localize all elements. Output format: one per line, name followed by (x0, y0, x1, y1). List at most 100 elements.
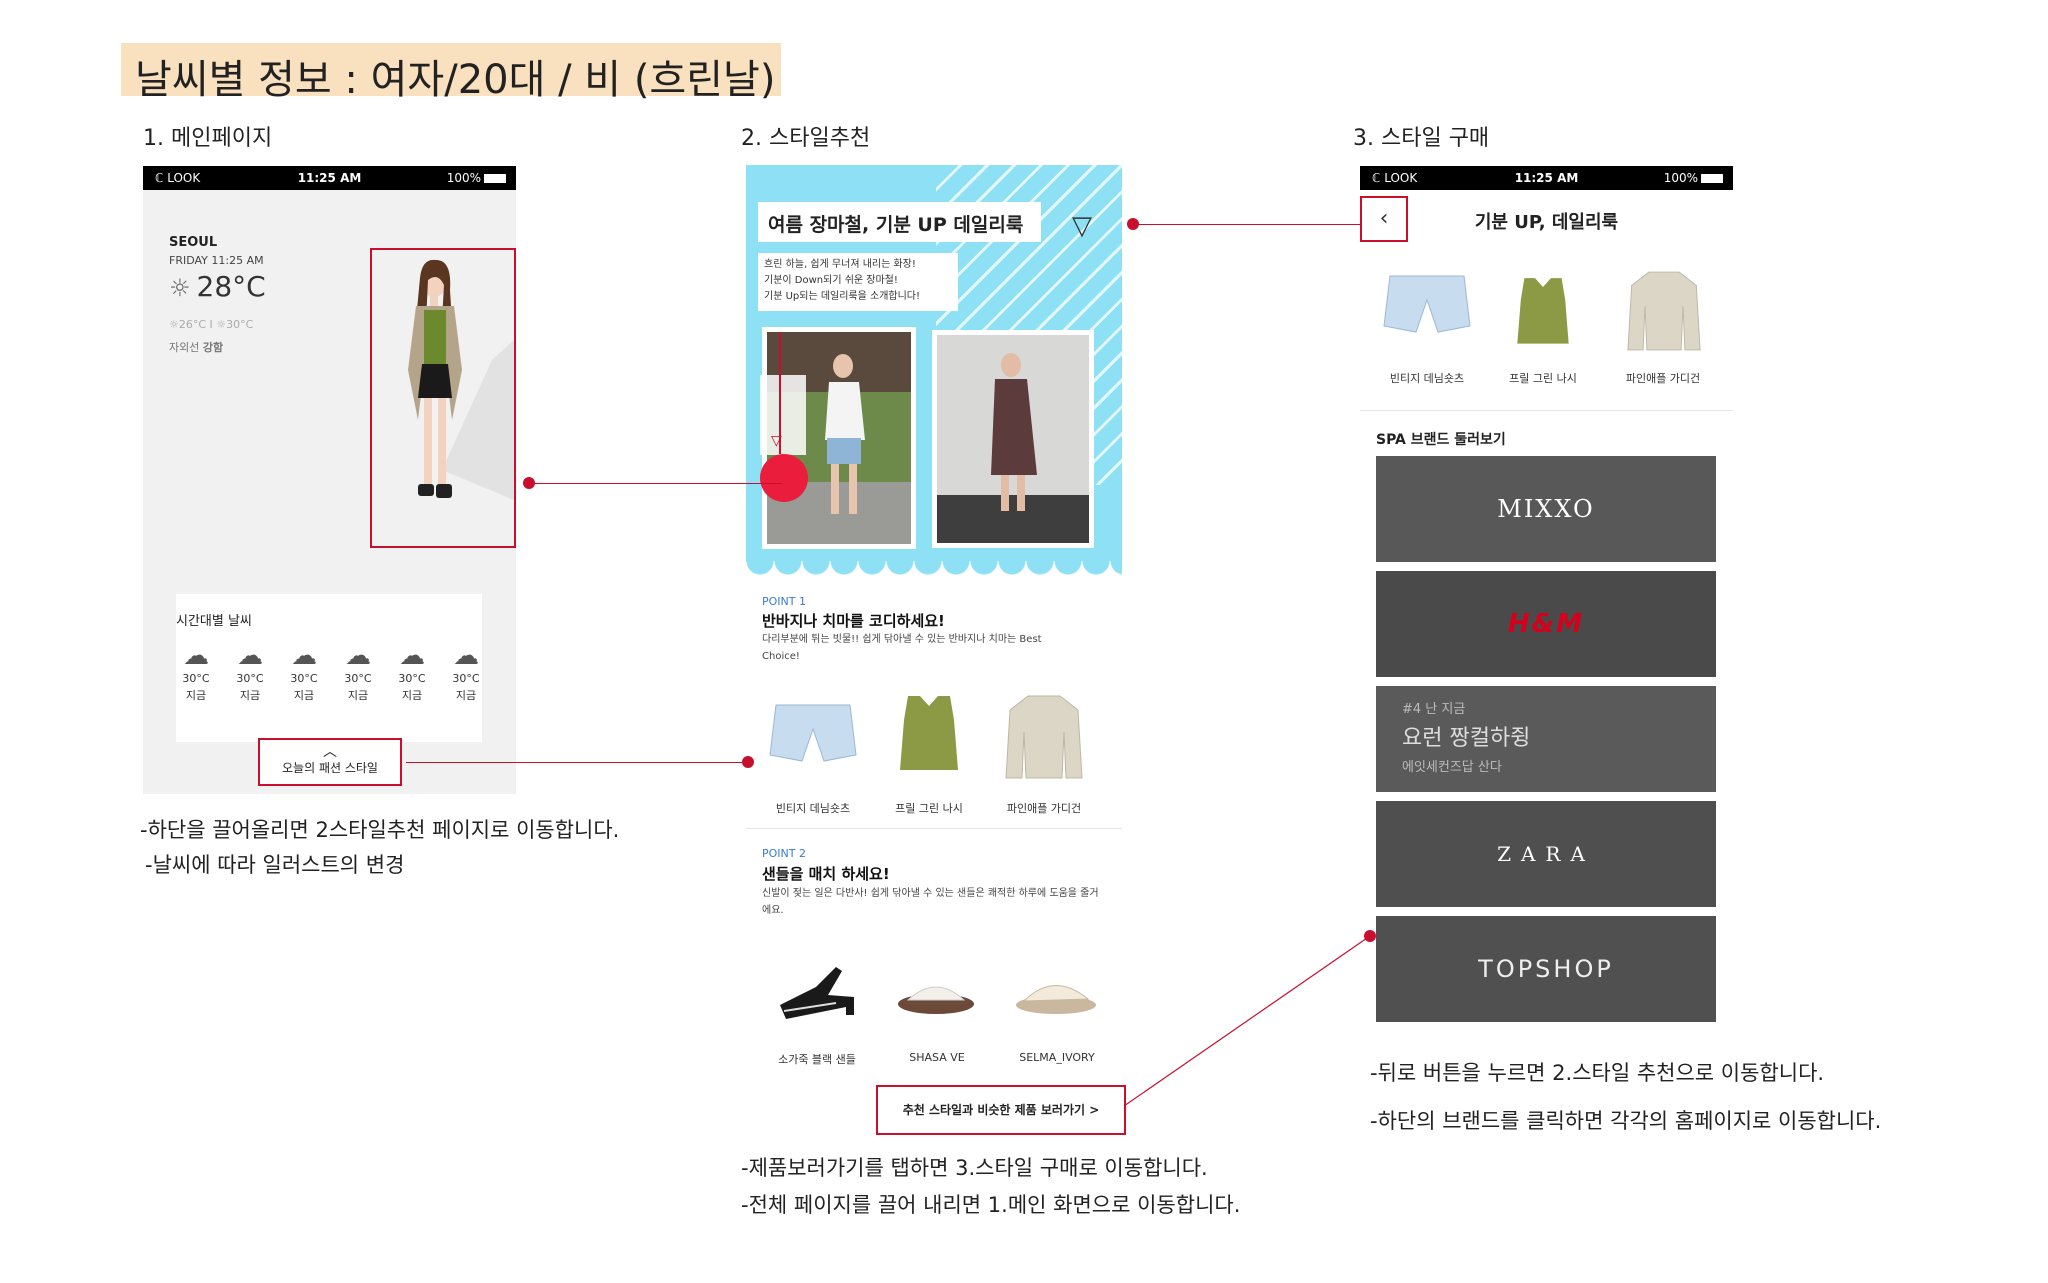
section-divider (1360, 410, 1733, 411)
hour-time: 지금 (347, 689, 369, 702)
note-pull-down: -전체 페이지를 끌어 내리면 1.메인 화면으로 이동합니다. (741, 1193, 1241, 1217)
product-label: 빈티지 데님숏츠 (775, 802, 851, 815)
hour-forecast: ☁ 30°C 지금 (172, 642, 220, 704)
sun-icon: ☼ (169, 274, 191, 302)
uv-value: 강함 (202, 341, 224, 354)
connector-dot (742, 756, 754, 768)
hour-time: 지금 (239, 689, 261, 702)
cloud-icon: ☁ (399, 641, 425, 671)
battery-percent: 100% (446, 171, 481, 185)
hour-temp: 30°C (398, 672, 426, 685)
green-top-image[interactable] (894, 692, 964, 772)
hour-temp: 30°C (452, 672, 480, 685)
section-divider (746, 828, 1122, 829)
brand-banner-hm[interactable]: H&M (1376, 571, 1716, 677)
point-2-label: POINT 2 (762, 847, 806, 860)
fashion-illustration[interactable] (370, 248, 516, 548)
cloud-icon: ☁ (345, 641, 371, 671)
hour-forecast: ☁ 30°C 지금 (388, 642, 436, 704)
temperature-range: ☼26°C I ☼30°C (169, 318, 254, 331)
battery-indicator: 100% (447, 171, 506, 185)
hour-forecast: ☁ 30°C 지금 (334, 642, 382, 704)
today-fashion-button[interactable]: ︿ 오늘의 패션 스타일 (258, 738, 402, 786)
temperature-value: 28°C (196, 270, 266, 303)
today-fashion-label: 오늘의 패션 스타일 (282, 761, 378, 775)
connector-line (1133, 224, 1360, 225)
hour-forecast: ☁ 30°C 지금 (280, 642, 328, 704)
style-photo-2[interactable] (932, 330, 1094, 548)
cardigan-image[interactable] (1626, 266, 1702, 356)
product-label: 파인애플 가디건 (1006, 802, 1082, 815)
hour-time: 지금 (455, 689, 477, 702)
uv-index: 자외선 강함 (169, 339, 223, 355)
black-sandal-image[interactable] (776, 957, 860, 1027)
product-label: 소가죽 블랙 샌들 (778, 1053, 856, 1066)
white-sandal-image[interactable] (896, 970, 976, 1020)
note-swipe-up: -하단을 끌어올리면 2스타일추천 페이지로 이동합니다. (140, 818, 620, 842)
denim-shorts-image[interactable] (768, 699, 858, 769)
brand-banner-topshop[interactable]: TOPSHOP (1376, 916, 1716, 1022)
cloud-icon: ☁ (237, 641, 263, 671)
page-title: 날씨별 정보 : 여자/20대 / 비 (흐린날) (121, 43, 781, 103)
style-title: 여름 장마철, 기분 UP 데일리룩 (758, 202, 1041, 242)
style-description: 흐린 하늘, 쉽게 무너져 내리는 화장! 기분이 Down되기 쉬운 장마철!… (758, 253, 958, 311)
purchase-title: 기분 UP, 데일리룩 (1474, 212, 1619, 233)
product-label: SELMA_IVORY (1019, 1051, 1095, 1064)
product-label: 프릴 그린 나시 (1509, 372, 1577, 385)
cardigan-image[interactable] (1004, 692, 1084, 782)
hourly-weather-card: 시간대별 날씨 ☁ 30°C 지금 ☁ 30°C 지금 ☁ 30°C 지금 ☁ 30°C 지금 … (176, 594, 482, 742)
note-back-button: -뒤로 버튼을 누르면 2.스타일 추천으로 이동합니다. (1370, 1061, 1825, 1085)
drag-indicator (760, 375, 806, 455)
hour-time: 지금 (293, 689, 315, 702)
woman-illustration (408, 259, 514, 500)
hero-scallop-edge (746, 561, 1122, 589)
battery-percent: 100% (1663, 171, 1698, 185)
brand-banner-zara[interactable]: ZARA (1376, 801, 1716, 907)
point-1-label: POINT 1 (762, 595, 806, 608)
filter-icon[interactable]: ▽ (1072, 211, 1092, 241)
battery-icon (1701, 174, 1723, 183)
product-label: 프릴 그린 나시 (895, 802, 963, 815)
hour-temp: 30°C (290, 672, 318, 685)
cloud-icon: ☁ (453, 641, 479, 671)
drag-handle[interactable] (760, 454, 808, 502)
connector-line (406, 762, 748, 763)
uv-label: 자외선 (169, 341, 200, 354)
zara-logo: ZARA (1497, 842, 1595, 866)
hour-forecast: ☁ 30°C 지금 (226, 642, 274, 704)
battery-icon (484, 174, 506, 183)
hour-forecast: ☁ 30°C 지금 (442, 642, 490, 704)
product-label: 빈티지 데님숏츠 (1389, 372, 1465, 385)
point-2-desc: 신발이 젖는 일은 다반사! 쉽게 닦아낼 수 있는 샌들은 쾌적한 하루에 도… (762, 888, 1099, 916)
point-1-desc: 다리부분에 튀는 빗물!! 쉽게 닦아낼 수 있는 반바지나 치마는 Best … (762, 634, 1042, 662)
cloud-icon: ☁ (291, 641, 317, 671)
product-label: 파인애플 가디건 (1625, 372, 1701, 385)
mixxo-logo: MIXXO (1497, 495, 1595, 523)
style-recommend-phone: 여름 장마철, 기분 UP 데일리룩 ▽ 흐린 하늘, 쉽게 무너져 내리는 화… (746, 165, 1122, 1132)
cloud-icon: ☁ (183, 641, 209, 671)
hour-time: 지금 (401, 689, 423, 702)
brand-banner-8seconds[interactable]: #4 난 지금 요런 짱컬하쥥 에잇세컨즈답 산다 (1376, 686, 1716, 792)
city-name: SEOUL (169, 235, 218, 250)
denim-shorts-image[interactable] (1382, 270, 1472, 340)
date-time: FRIDAY 11:25 AM (169, 254, 264, 267)
banner-caption: #4 난 지금 (1402, 702, 1466, 717)
hour-time: 지금 (185, 689, 207, 702)
photo-2-image (937, 335, 1089, 543)
section-heading-purchase: 3. 스타일 구매 (1353, 126, 1490, 151)
arrow-down-icon: ▽ (771, 433, 782, 449)
green-top-image[interactable] (1512, 270, 1574, 350)
view-similar-products-button[interactable]: 추천 스타일과 비슷한 제품 보러가기 > (876, 1085, 1126, 1135)
hour-temp: 30°C (182, 672, 210, 685)
ivory-sandal-image[interactable] (1014, 965, 1098, 1021)
note-view-products: -제품보러가기를 탭하면 3.스타일 구매로 이동합니다. (741, 1156, 1208, 1180)
spa-brands-title: SPA 브랜드 둘러보기 (1376, 432, 1506, 448)
brand-banner-mixxo[interactable]: MIXXO (1376, 456, 1716, 562)
connector-line (529, 483, 782, 484)
style-purchase-phone: ℂ LOOK 11:25 AM 100% ‹ 기분 UP, 데일리룩 빈티지 데… (1360, 166, 1733, 1026)
hm-logo: H&M (1507, 609, 1585, 639)
page-title-text: 날씨별 정보 : 여자/20대 / 비 (흐린날) (135, 57, 776, 103)
section-heading-style: 2. 스타일추천 (741, 126, 871, 151)
battery-indicator: 100% (1664, 171, 1723, 185)
desc-line: 흐린 하늘, 쉽게 무너져 내리는 화장! (764, 259, 916, 270)
